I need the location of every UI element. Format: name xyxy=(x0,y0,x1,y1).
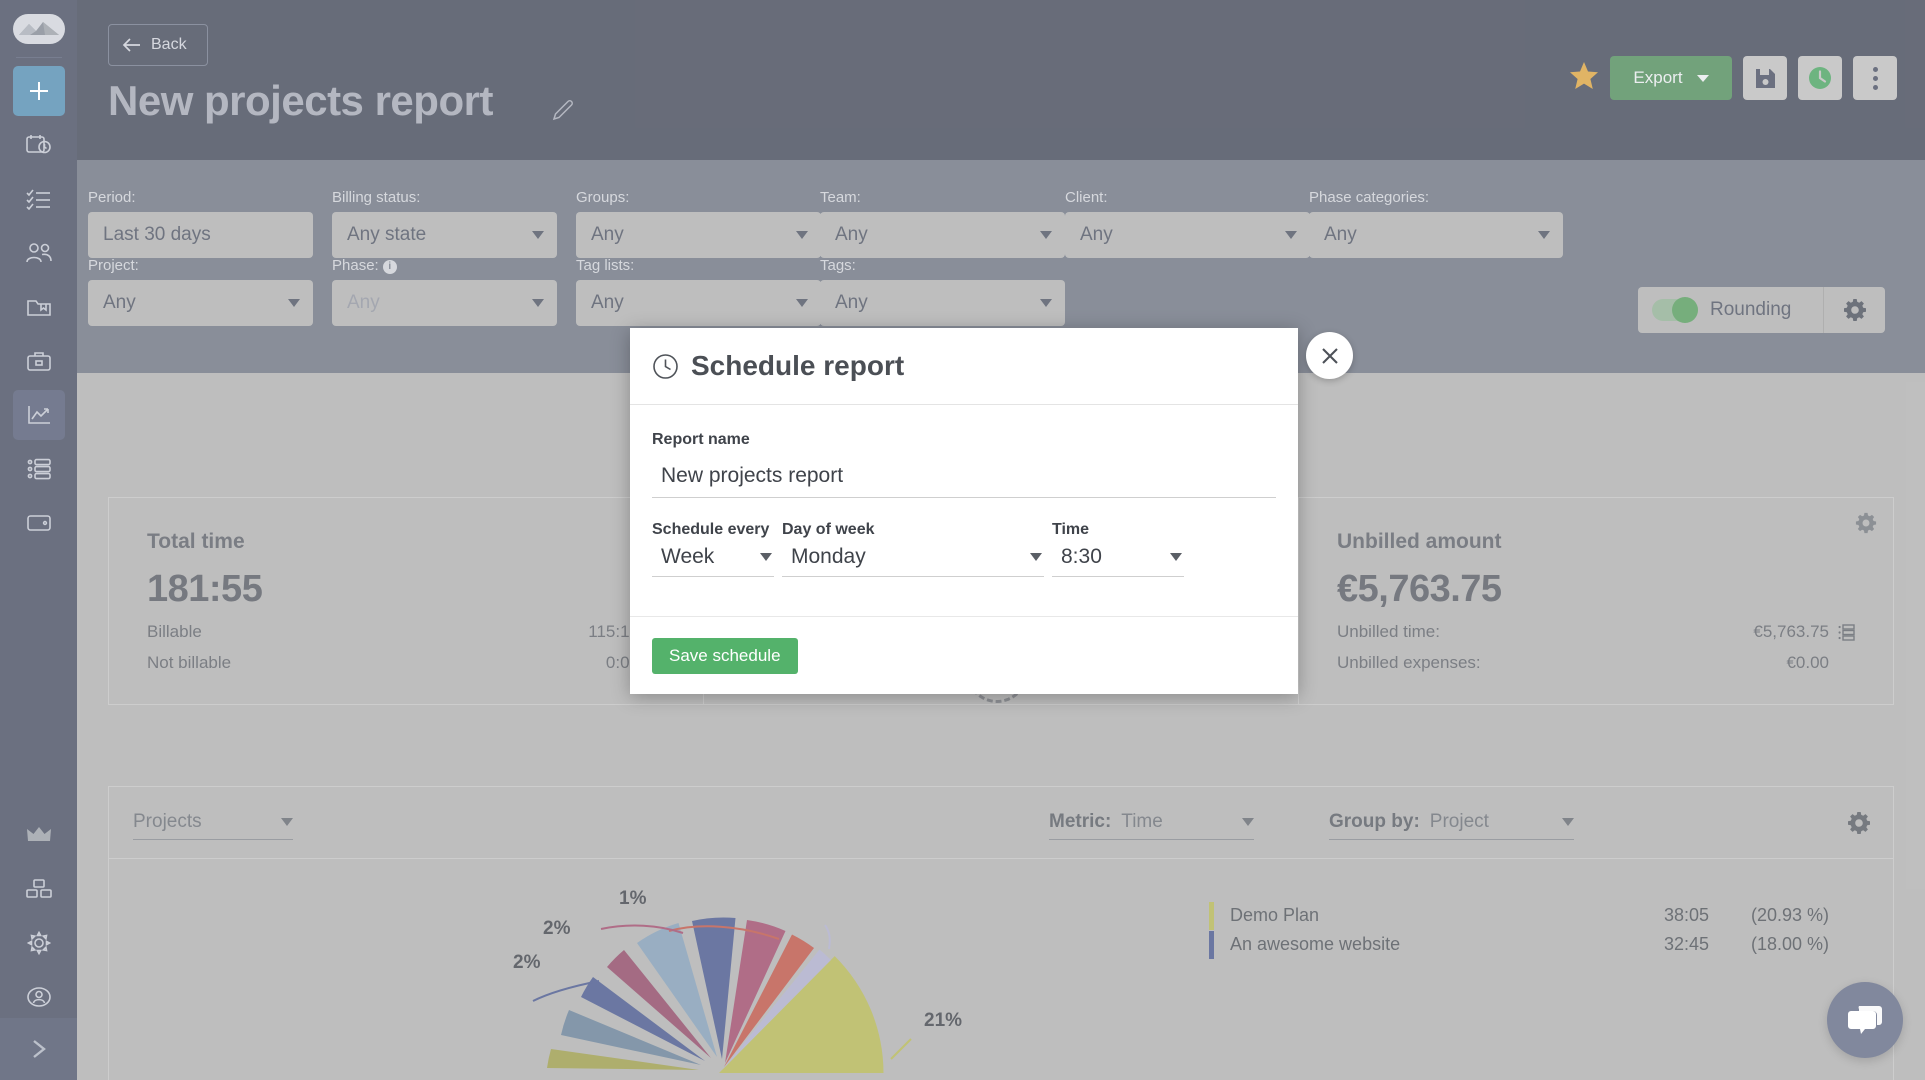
time-value: 8:30 xyxy=(1061,545,1102,569)
chevron-down-icon xyxy=(1170,553,1182,561)
close-icon xyxy=(1319,345,1341,367)
chevron-down-icon xyxy=(760,553,772,561)
report-name-input[interactable] xyxy=(652,454,1276,498)
schedule-every-value: Week xyxy=(661,545,714,569)
day-of-week-select[interactable]: Monday xyxy=(782,545,1044,577)
modal-body: Report name Schedule every Week Day of w… xyxy=(630,405,1298,577)
time-field: Time 8:30 xyxy=(1052,521,1184,577)
schedule-every-select[interactable]: Week xyxy=(652,545,774,577)
schedule-fields-row: Schedule every Week Day of week Monday T… xyxy=(652,521,1276,577)
report-name-label: Report name xyxy=(652,431,750,448)
day-of-week-label: Day of week xyxy=(782,521,1044,539)
day-of-week-value: Monday xyxy=(791,545,866,569)
modal-footer: Save schedule xyxy=(630,616,1298,694)
chevron-down-icon xyxy=(1030,553,1042,561)
time-select[interactable]: 8:30 xyxy=(1052,545,1184,577)
schedule-every-field: Schedule every Week xyxy=(652,521,774,577)
time-label: Time xyxy=(1052,521,1184,539)
close-modal-button[interactable] xyxy=(1306,332,1353,379)
modal-title: Schedule report xyxy=(691,350,904,382)
app-root: Back New projects report Export xyxy=(0,0,1925,1080)
schedule-every-label: Schedule every xyxy=(652,521,774,539)
schedule-report-modal: Schedule report Report name Schedule eve… xyxy=(630,328,1298,694)
save-schedule-button[interactable]: Save schedule xyxy=(652,638,798,674)
day-of-week-field: Day of week Monday xyxy=(782,521,1044,577)
clock-icon xyxy=(652,353,679,380)
modal-header: Schedule report xyxy=(630,328,1298,405)
